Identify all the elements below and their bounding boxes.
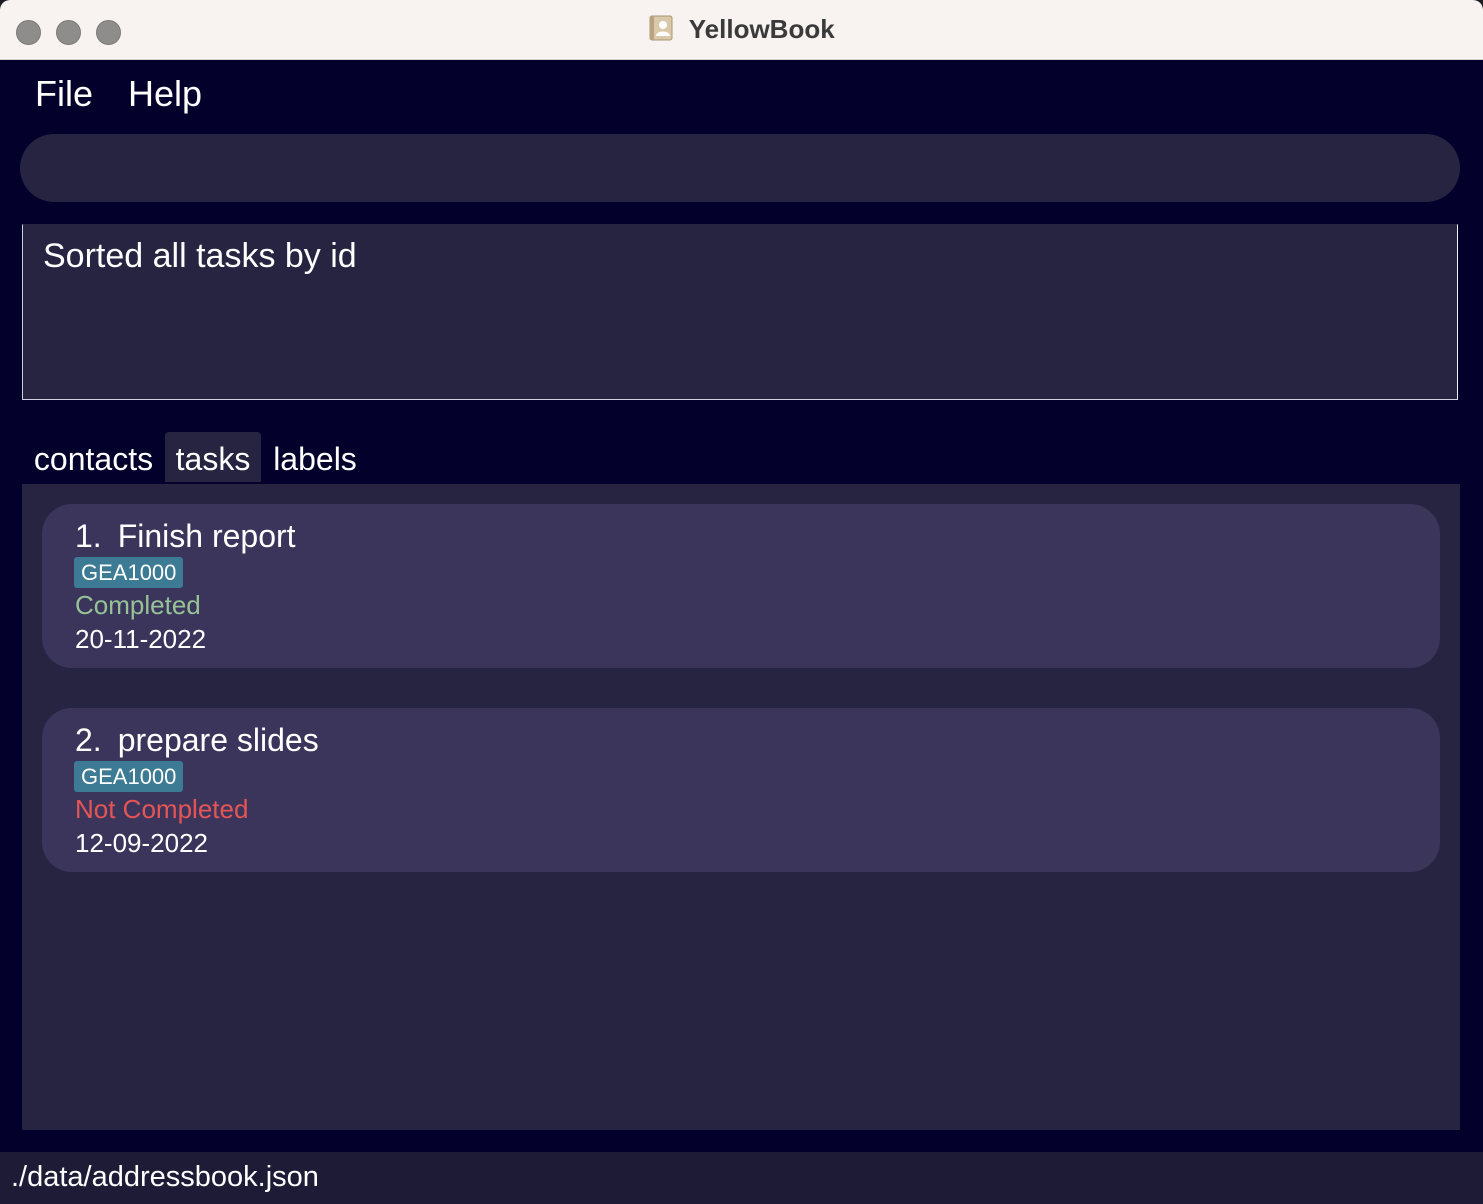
menu-bar: File Help	[0, 61, 1483, 127]
title-bar[interactable]: YellowBook	[0, 0, 1483, 60]
task-index: 2.	[75, 722, 102, 758]
result-display[interactable]: Sorted all tasks by id	[22, 224, 1458, 400]
tab-labels[interactable]: labels	[265, 432, 365, 482]
task-title: prepare slides	[117, 722, 319, 758]
task-deadline: 20-11-2022	[75, 624, 207, 654]
app-window: YellowBook File Help Sorted all tasks by…	[0, 0, 1483, 1204]
task-label-badge: GEA1000	[74, 557, 184, 588]
command-input[interactable]	[20, 134, 1460, 202]
task-card[interactable]: 2. prepare slides GEA1000 Not Completed 1…	[42, 708, 1440, 872]
task-deadline: 12-09-2022	[75, 828, 208, 858]
task-list[interactable]: 1. Finish report GEA1000 Completed 20-11-…	[22, 484, 1460, 1130]
task-status: Not Completed	[75, 794, 249, 824]
tab-tasks[interactable]: tasks	[165, 432, 261, 482]
task-card[interactable]: 1. Finish report GEA1000 Completed 20-11-…	[42, 504, 1440, 668]
task-title-row: 1. Finish report	[75, 518, 296, 555]
task-title-row: 2. prepare slides	[75, 722, 319, 759]
window-title-group: YellowBook	[0, 14, 1483, 48]
task-title: Finish report	[117, 518, 296, 554]
menu-file[interactable]: File	[35, 73, 93, 115]
window-title: YellowBook	[688, 14, 835, 44]
save-file-path: ./data/addressbook.json	[11, 1161, 319, 1193]
result-message: Sorted all tasks by id	[43, 237, 357, 275]
task-status: Completed	[75, 590, 201, 620]
menu-help[interactable]: Help	[128, 73, 202, 115]
tab-contacts[interactable]: contacts	[22, 432, 165, 482]
task-index: 1.	[75, 518, 102, 554]
task-label-badge: GEA1000	[74, 761, 184, 792]
status-bar: ./data/addressbook.json	[0, 1152, 1483, 1204]
address-book-icon	[648, 15, 674, 41]
